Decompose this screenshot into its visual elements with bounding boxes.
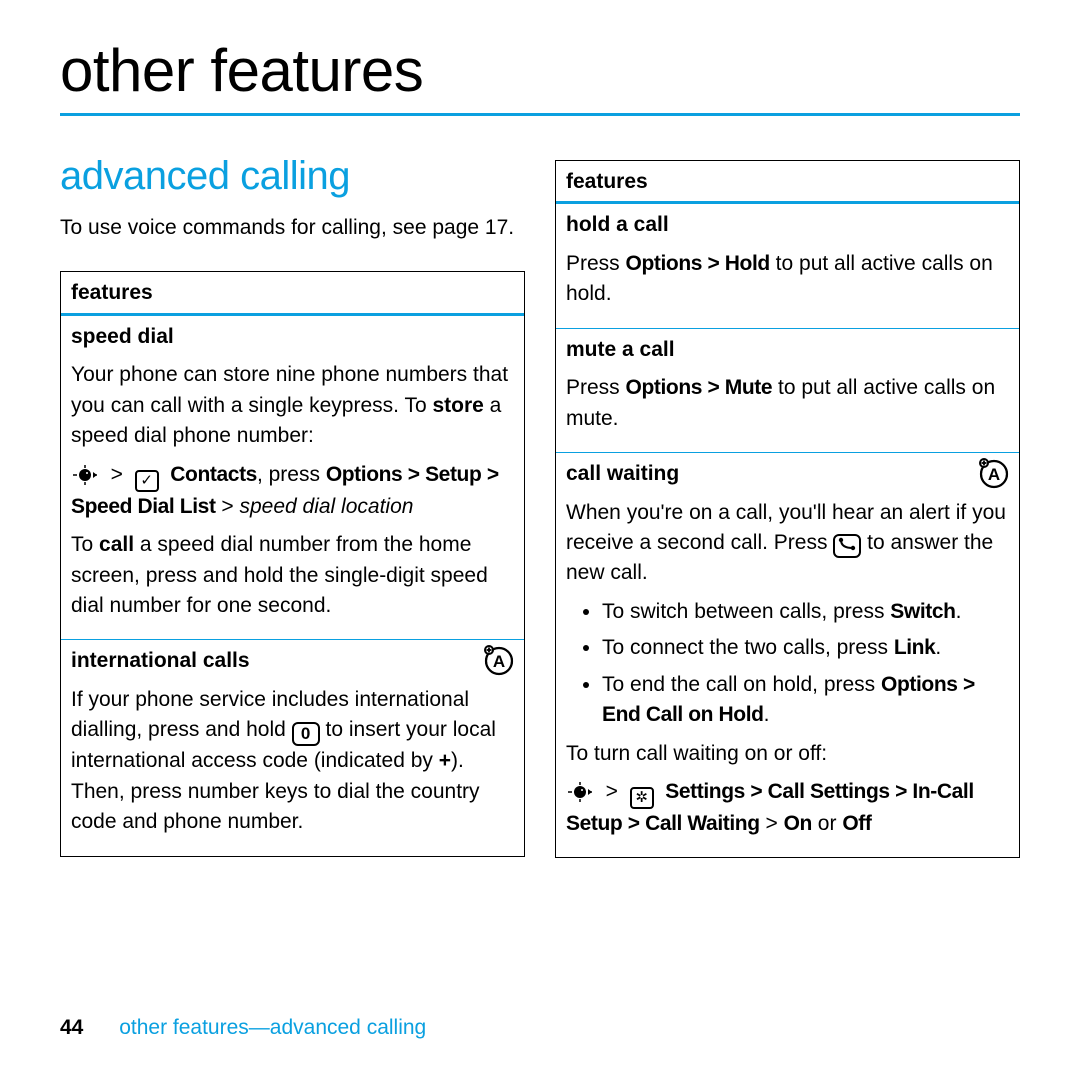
right-column: features hold a call Press Options > Hol… <box>555 154 1020 858</box>
manual-page: other features advanced calling To use v… <box>0 0 1080 1080</box>
text: To end the call on hold, press <box>602 673 881 696</box>
two-column-layout: advanced calling To use voice commands f… <box>60 154 1020 858</box>
cw-bullets: To switch between calls, press Switch. T… <box>566 597 1009 731</box>
cw-toggle-intro: To turn call waiting on or off: <box>566 739 1009 769</box>
intl-desc: If your phone service includes internati… <box>71 685 514 838</box>
svg-text:A: A <box>493 652 505 671</box>
text: or <box>812 812 842 835</box>
speed-dial-desc: Your phone can store nine phone numbers … <box>71 360 514 451</box>
cw-path: > ✲ Settings > Call Settings > In-Call S… <box>566 777 1009 839</box>
features-box-left: features speed dial Your phone can store… <box>60 271 525 856</box>
text: > <box>760 812 784 835</box>
text: . <box>935 636 941 659</box>
menu-path: Off <box>842 812 871 835</box>
feature-call-waiting: call waiting A When you're on a call, yo… <box>556 452 1019 857</box>
list-item: To connect the two calls, press Link. <box>602 633 1009 663</box>
text: . <box>764 703 770 726</box>
menu-path: Link <box>894 636 936 659</box>
text: Press <box>566 252 626 275</box>
feature-name: speed dial <box>71 322 514 352</box>
settings-app-icon: ✲ <box>630 787 654 809</box>
text: To switch between calls, press <box>602 600 890 623</box>
text-bold: call <box>99 533 134 556</box>
nav-dot-icon <box>566 780 600 803</box>
text: a speed dial number from the home screen… <box>71 533 488 617</box>
text: To connect the two calls, press <box>602 636 894 659</box>
breadcrumb: other features—advanced calling <box>119 1016 426 1039</box>
send-key-icon <box>833 534 861 558</box>
feature-name: mute a call <box>566 335 1009 365</box>
menu-path: Options > Mute <box>626 376 773 399</box>
feature-mute-call: mute a call Press Options > Mute to put … <box>556 328 1019 452</box>
text: Press <box>566 376 626 399</box>
feature-speed-dial: speed dial Your phone can store nine pho… <box>61 316 524 640</box>
features-box-right: features hold a call Press Options > Hol… <box>555 160 1020 858</box>
list-item: To end the call on hold, press Options >… <box>602 670 1009 731</box>
speed-dial-call: To call a speed dial number from the hom… <box>71 530 514 621</box>
page-number: 44 <box>60 1016 83 1039</box>
menu-path: Contacts <box>170 463 257 486</box>
network-operator-icon: A <box>482 644 516 680</box>
list-item: To switch between calls, press Switch. <box>602 597 1009 627</box>
text: To <box>71 533 99 556</box>
menu-path: On <box>784 812 812 835</box>
mute-desc: Press Options > Mute to put all active c… <box>566 373 1009 434</box>
feature-name: hold a call <box>566 210 1009 240</box>
cw-desc: When you're on a call, you'll hear an al… <box>566 498 1009 589</box>
nav-dot-icon <box>71 463 105 486</box>
menu-path: Switch <box>890 600 955 623</box>
features-header: features <box>556 161 1019 204</box>
text-italic: speed dial location <box>239 495 413 518</box>
features-header: features <box>61 272 524 315</box>
text: > <box>216 495 240 518</box>
text: , press <box>257 463 326 486</box>
feature-name: international calls <box>71 646 514 676</box>
zero-key-icon: 0 <box>292 722 320 746</box>
intro-text: To use voice commands for calling, see p… <box>60 213 525 243</box>
feature-name: call waiting <box>566 459 1009 489</box>
feature-international-calls: international calls A If your phone serv… <box>61 639 524 855</box>
left-column: advanced calling To use voice commands f… <box>60 154 525 858</box>
feature-hold-call: hold a call Press Options > Hold to put … <box>556 204 1019 327</box>
page-title: other features <box>60 36 1020 105</box>
speed-dial-path: > ✓ Contacts, press Options > Setup > Sp… <box>71 460 514 522</box>
page-footer: 44 other features—advanced calling <box>60 1016 426 1040</box>
title-rule <box>60 113 1020 116</box>
network-operator-icon: A <box>977 457 1011 493</box>
svg-text:A: A <box>988 465 1000 484</box>
hold-desc: Press Options > Hold to put all active c… <box>566 249 1009 310</box>
section-title: advanced calling <box>60 154 525 199</box>
contacts-app-icon: ✓ <box>135 470 159 492</box>
menu-path: Options > Hold <box>626 252 770 275</box>
text-bold: store <box>432 394 483 417</box>
text-bold: + <box>439 749 451 772</box>
text: . <box>956 600 962 623</box>
